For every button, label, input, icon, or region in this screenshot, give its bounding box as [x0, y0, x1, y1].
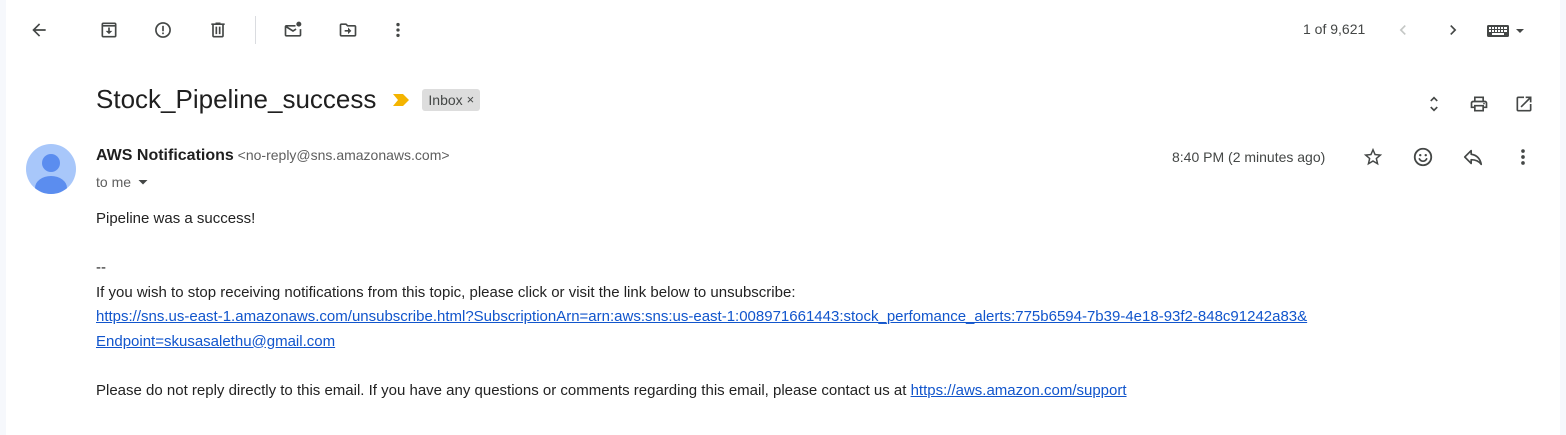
print-icon: [1470, 96, 1488, 112]
report-spam-button[interactable]: [143, 10, 183, 50]
label-text: Inbox: [428, 91, 463, 108]
print-button[interactable]: [1459, 84, 1499, 124]
inbox-label-chip: Inbox ×: [422, 88, 481, 111]
chevron-left-icon: [1399, 25, 1406, 35]
reply-icon: [1463, 149, 1483, 166]
toolbar-divider: [255, 16, 256, 44]
unsubscribe-link-part-2: Endpoint=skusasalethu@gmail.com: [96, 332, 336, 350]
recipient-line: to me: [96, 174, 149, 190]
back-button[interactable]: [19, 10, 59, 50]
trash-icon: [211, 22, 225, 38]
newer-button[interactable]: [1383, 10, 1423, 50]
add-reaction-button[interactable]: [1403, 137, 1443, 177]
archive-button[interactable]: [89, 10, 129, 50]
mark-unread-button[interactable]: [273, 10, 313, 50]
chevron-right-icon: [1450, 25, 1457, 35]
importance-marker-icon[interactable]: [392, 93, 410, 107]
delete-button[interactable]: [198, 10, 238, 50]
pager-count: 1 of 9,621: [1303, 21, 1366, 37]
support-link[interactable]: https://aws.amazon.com/support: [911, 382, 1127, 399]
unsubscribe-link-block: https://sns.us-east-1.amazonaws.com/unsu…: [96, 305, 1516, 354]
unsubscribe-link-part-1: https://sns.us-east-1.amazonaws.com/unsu…: [96, 308, 1308, 325]
subject-row: Stock_Pipeline_success Inbox ×: [96, 84, 481, 115]
report-spam-icon: [155, 22, 171, 38]
emoji-icon: [1413, 147, 1433, 167]
toolbar: 1 of 9,621: [6, 0, 1560, 60]
move-to-button[interactable]: [328, 10, 368, 50]
unfold-more-icon: [1430, 96, 1438, 112]
open-in-new-icon: [1516, 96, 1532, 112]
expand-all-button[interactable]: [1414, 84, 1454, 124]
unsubscribe-link[interactable]: https://sns.us-east-1.amazonaws.com/unsu…: [96, 308, 1307, 350]
open-new-window-button[interactable]: [1504, 84, 1544, 124]
message-body: Pipeline was a success! -- If you wish t…: [96, 207, 1516, 403]
footer-text: Please do not reply directly to this ema…: [96, 381, 911, 399]
move-to-folder-icon: [339, 23, 357, 37]
star-button[interactable]: [1353, 137, 1393, 177]
mark-unread-icon: [284, 21, 302, 37]
archive-icon: [101, 22, 117, 38]
person-icon: [35, 154, 67, 194]
star-icon: [1363, 147, 1383, 166]
more-vert-icon: [396, 22, 400, 38]
unsubscribe-text: If you wish to stop receiving notificati…: [96, 283, 796, 301]
subject-title: Stock_Pipeline_success: [96, 84, 377, 114]
arrow-back-icon: [32, 23, 46, 37]
body-line-success: Pipeline was a success!: [96, 210, 256, 227]
recipient-text: to me: [96, 174, 132, 190]
show-details-caret-icon[interactable]: [137, 176, 149, 188]
older-button[interactable]: [1433, 10, 1473, 50]
message-time: 8:40 PM (2 minutes ago): [1172, 149, 1326, 165]
body-separator: --: [96, 259, 106, 276]
sender-email: <no-reply@sns.amazonaws.com>: [237, 147, 450, 163]
footer-line: Please do not reply directly to this ema…: [96, 379, 1516, 404]
avatar[interactable]: [26, 144, 76, 194]
more-vert-icon: [1521, 149, 1525, 165]
message-more-button[interactable]: [1503, 137, 1543, 177]
input-tools-button[interactable]: [1482, 17, 1530, 45]
remove-label-button[interactable]: ×: [467, 92, 475, 107]
reply-button[interactable]: [1453, 137, 1493, 177]
more-options-button[interactable]: [378, 10, 418, 50]
email-view: 1 of 9,621 Stock_Pipeline_success Inbox …: [6, 0, 1560, 435]
dropdown-caret-icon: [1516, 29, 1524, 33]
keyboard-icon: [1487, 25, 1509, 37]
sender-line: AWS Notifications <no-reply@sns.amazonaw…: [96, 147, 450, 165]
sender-name[interactable]: AWS Notifications: [96, 147, 234, 164]
